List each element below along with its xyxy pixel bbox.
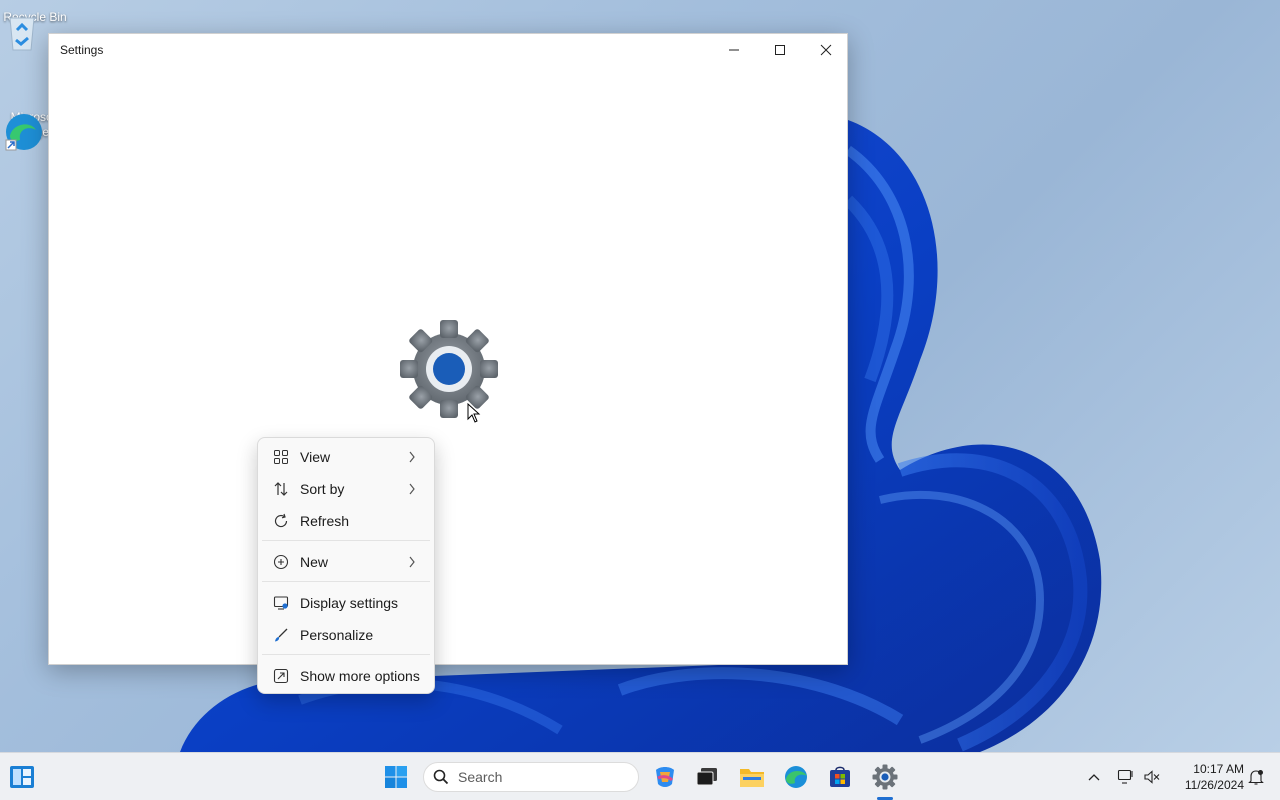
expand-icon	[273, 668, 289, 684]
maximize-button[interactable]	[757, 34, 803, 66]
menu-separator	[262, 540, 430, 541]
edge-icon	[5, 114, 42, 151]
chevron-right-icon	[409, 451, 415, 463]
taskbar-search[interactable]: Search	[423, 762, 639, 792]
close-button[interactable]	[803, 34, 849, 66]
search-placeholder: Search	[458, 769, 503, 785]
menu-item-label: Personalize	[300, 627, 374, 643]
taskbar-copilot[interactable]	[649, 761, 681, 793]
menu-item-label: Sort by	[300, 481, 345, 497]
show-hidden-icons-button[interactable]	[1078, 761, 1110, 793]
minimize-icon	[729, 49, 739, 51]
minimize-button[interactable]	[711, 34, 757, 66]
menu-separator	[262, 581, 430, 582]
taskbar-clock[interactable]: 10:17 AM 11/26/2024	[1168, 761, 1244, 793]
menu-item-refresh[interactable]: Refresh	[262, 506, 430, 536]
brush-icon	[275, 628, 288, 642]
menu-item-new[interactable]: New	[262, 547, 430, 577]
sort-icon	[274, 482, 288, 496]
search-icon	[433, 769, 449, 785]
menu-item-personalize[interactable]: Personalize	[262, 620, 430, 650]
maximize-icon	[775, 45, 785, 55]
menu-item-show-more-options[interactable]: Show more options	[262, 661, 430, 691]
notifications-button[interactable]	[1240, 761, 1272, 793]
desktop-icon-recycle-bin[interactable]: Recycle Bin	[0, 10, 70, 51]
widgets-icon	[10, 766, 34, 788]
window-title: Settings	[60, 43, 104, 57]
menu-item-display-settings[interactable]: Display settings	[262, 588, 430, 618]
start-button[interactable]	[380, 761, 412, 793]
grid-icon	[274, 450, 288, 464]
taskbar: Search 10:17 AM 11/26/2024	[0, 752, 1280, 800]
recycle-bin-icon	[9, 17, 35, 51]
clock-time: 10:17 AM	[1193, 762, 1244, 776]
taskbar-settings[interactable]	[869, 761, 901, 793]
taskbar-file-explorer[interactable]	[736, 761, 768, 793]
menu-separator	[262, 654, 430, 655]
notification-bell-icon	[1248, 770, 1264, 785]
menu-item-label: Refresh	[300, 513, 350, 529]
clock-date: 11/26/2024	[1184, 778, 1244, 792]
display-settings-icon	[273, 596, 289, 610]
menu-item-label: View	[300, 449, 331, 465]
settings-gear-icon	[872, 764, 898, 790]
menu-item-view[interactable]: View	[262, 442, 430, 472]
refresh-icon	[274, 513, 288, 528]
settings-window[interactable]: Settings	[48, 33, 848, 665]
settings-gear-icon	[400, 320, 498, 418]
network-icon	[1117, 769, 1133, 784]
volume-button[interactable]	[1136, 761, 1168, 793]
edge-icon	[785, 766, 807, 788]
taskbar-store[interactable]	[824, 761, 856, 793]
folder-icon	[740, 769, 764, 787]
chevron-right-icon	[409, 483, 415, 495]
desktop-context-menu: View Sort by Refresh New Display setting…	[257, 437, 435, 694]
taskbar-task-view[interactable]	[691, 761, 723, 793]
menu-item-label: Display settings	[300, 595, 399, 611]
store-icon	[830, 766, 850, 787]
close-icon	[820, 44, 832, 56]
taskbar-edge[interactable]	[780, 761, 812, 793]
menu-item-label: Show more options	[300, 668, 420, 684]
chevron-up-icon	[1088, 774, 1100, 781]
title-bar[interactable]: Settings	[49, 34, 847, 66]
plus-circle-icon	[273, 554, 289, 570]
widgets-button[interactable]	[6, 761, 38, 793]
copilot-icon	[656, 767, 674, 787]
task-view-icon	[696, 768, 717, 786]
chevron-right-icon	[409, 556, 415, 568]
menu-item-sort-by[interactable]: Sort by	[262, 474, 430, 504]
mouse-cursor	[467, 403, 481, 423]
windows-logo-icon	[385, 766, 407, 788]
volume-muted-icon	[1144, 770, 1160, 784]
menu-item-label: New	[300, 554, 329, 570]
